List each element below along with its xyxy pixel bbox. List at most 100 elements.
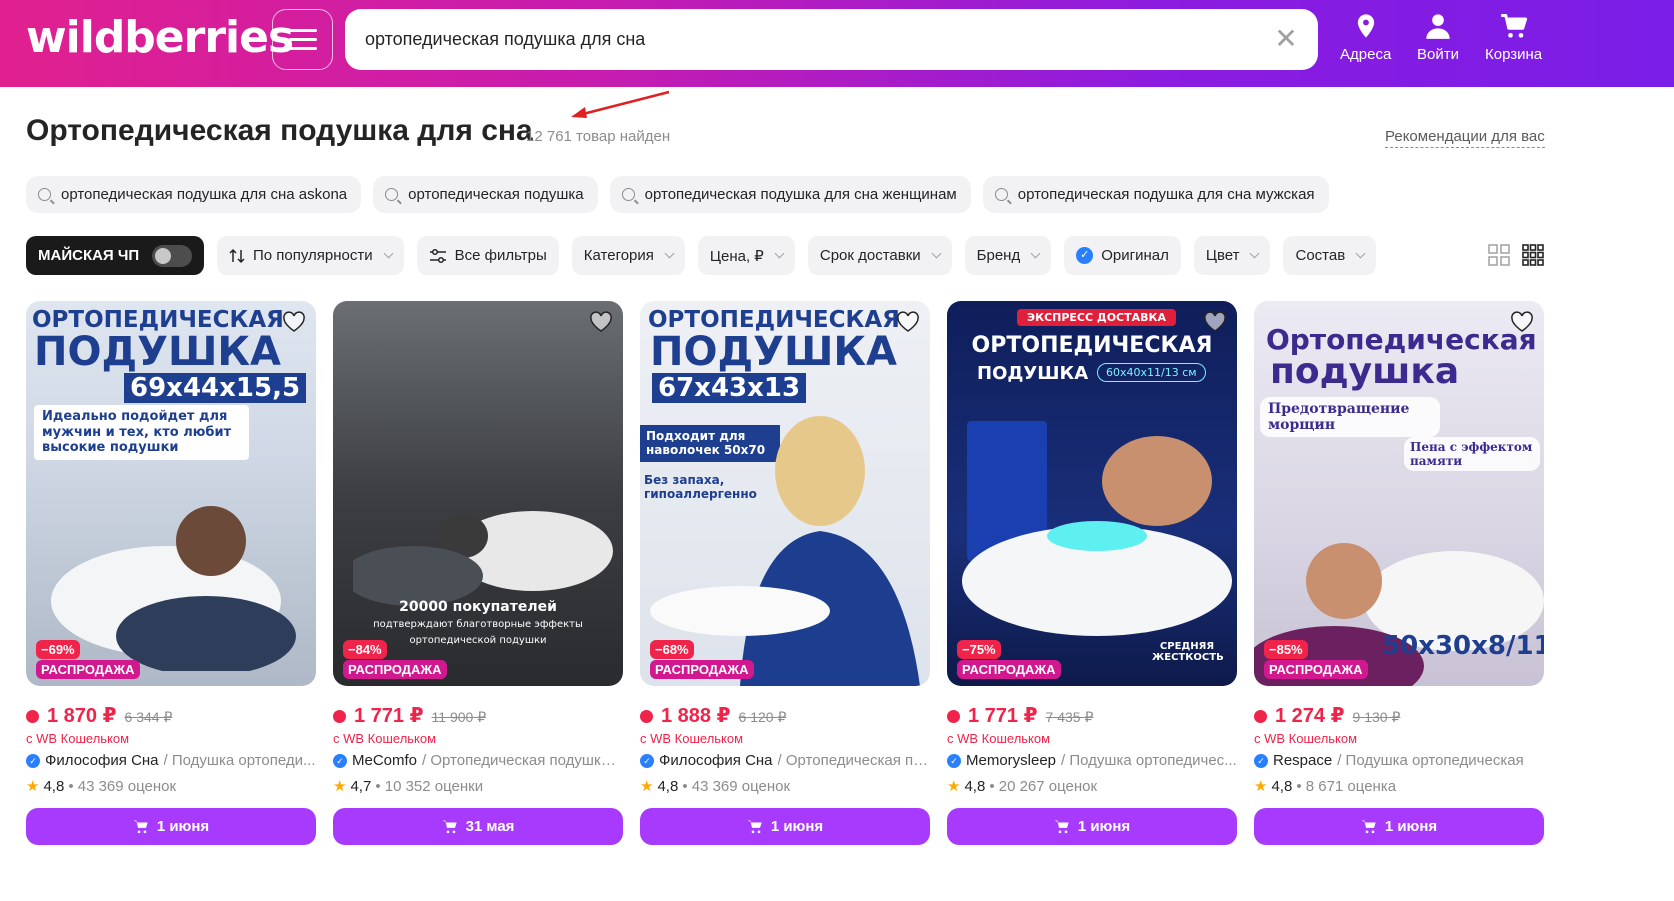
filter-composition[interactable]: Состав <box>1283 236 1377 275</box>
filter-label: Цвет <box>1205 247 1240 264</box>
product-image[interactable]: Ортопедическая подушка Предотвращение мо… <box>1254 301 1544 686</box>
wallet-icon <box>1254 710 1267 723</box>
filter-label: Цена, ₽ <box>709 247 764 265</box>
product-name[interactable]: / Ортопедическая по... <box>778 752 930 769</box>
product-image[interactable]: ЭКСПРЕСС ДОСТАВКА ОРТОПЕДИЧЕСКАЯ ПОДУШКА… <box>947 301 1237 686</box>
wallet-icon <box>640 710 653 723</box>
sale-badge: РАСПРОДАЖА <box>36 660 140 679</box>
product-card[interactable]: ЭКСПРЕСС ДОСТАВКА ОРТОПЕДИЧЕСКАЯ ПОДУШКА… <box>947 301 1237 845</box>
rating: 4,8 <box>964 777 986 795</box>
sort-dropdown[interactable]: По популярности <box>217 236 404 275</box>
suggestion-chip[interactable]: ортопедическая подушка для сна мужская <box>982 176 1329 213</box>
chevron-down-icon <box>664 248 675 259</box>
delivery-date: 1 июня <box>156 818 210 835</box>
star-icon: ★ <box>640 778 654 795</box>
heart-icon[interactable] <box>589 311 613 333</box>
logo[interactable]: wildberries <box>26 12 294 63</box>
product-image[interactable]: ОРТОПЕДИЧЕСКАЯ ПОДУШКА 67х43х13 Подходит… <box>640 301 930 686</box>
brand-name[interactable]: Философия Сна <box>45 752 159 769</box>
cart-icon <box>747 820 762 834</box>
grid-small-icon[interactable] <box>1522 244 1544 266</box>
add-to-cart-button[interactable]: 31 мая <box>333 808 623 845</box>
image-text: ПОДУШКА <box>34 329 282 375</box>
star-icon: ★ <box>947 778 961 795</box>
nav-addresses[interactable]: Адреса <box>1340 12 1391 63</box>
sale-badge: РАСПРОДАЖА <box>343 660 447 679</box>
filter-category[interactable]: Категория <box>571 236 685 275</box>
reviews-count[interactable]: • 20 267 оценок <box>989 778 1097 795</box>
suggestion-chip[interactable]: ортопедическая подушка для сна женщинам <box>609 176 971 213</box>
filter-delivery[interactable]: Срок доставки <box>807 236 952 275</box>
product-card[interactable]: 20000 покупателей подтверждают благотвор… <box>333 301 623 845</box>
image-text: ЭКСПРЕСС ДОСТАВКА <box>1017 309 1177 326</box>
add-to-cart-button[interactable]: 1 июня <box>947 808 1237 845</box>
location-icon <box>1357 14 1374 38</box>
brand-name[interactable]: Memorysleep <box>966 752 1056 769</box>
image-text: подушка <box>1270 351 1460 392</box>
chevron-down-icon <box>1030 248 1041 259</box>
product-card[interactable]: ОРТОПЕДИЧЕСКАЯ ПОДУШКА 69х44х15,5 Идеаль… <box>26 301 316 845</box>
product-card[interactable]: ОРТОПЕДИЧЕСКАЯ ПОДУШКА 67х43х13 Подходит… <box>640 301 930 845</box>
image-text: СРЕДНЯЯ ЖЕСТКОСТЬ <box>1152 641 1224 663</box>
sale-badge: РАСПРОДАЖА <box>957 660 1061 679</box>
wallet-icon <box>947 710 960 723</box>
product-name[interactable]: / Подушка ортопедическая <box>1337 752 1524 769</box>
filter-brand[interactable]: Бренд <box>964 236 1052 275</box>
filter-color[interactable]: Цвет <box>1193 236 1271 275</box>
arrow-annotation-icon <box>571 90 670 118</box>
search-bar[interactable]: ✕ <box>345 9 1318 70</box>
cart-icon <box>442 820 457 834</box>
heart-icon[interactable] <box>1203 311 1227 333</box>
search-input[interactable] <box>365 9 1245 70</box>
reviews-count[interactable]: • 43 369 оценок <box>68 778 176 795</box>
clear-search-icon[interactable]: ✕ <box>1274 25 1298 53</box>
reviews-count[interactable]: • 8 671 оценка <box>1296 778 1396 795</box>
brand-name[interactable]: Respace <box>1273 752 1332 769</box>
star-icon: ★ <box>333 778 347 795</box>
chevron-down-icon <box>774 248 785 259</box>
delivery-date: 31 мая <box>465 818 515 835</box>
product-card[interactable]: Ортопедическая подушка Предотвращение мо… <box>1254 301 1544 845</box>
pillow-illustration-icon <box>962 421 1232 636</box>
nav-cart[interactable]: Корзина <box>1485 12 1542 63</box>
grid-large-icon[interactable] <box>1488 244 1510 266</box>
heart-icon[interactable] <box>896 311 920 333</box>
discount-badge: −68% <box>650 640 694 659</box>
all-filters-button[interactable]: Все фильтры <box>416 236 559 275</box>
brand-name[interactable]: MeComfo <box>352 752 417 769</box>
brand-name[interactable]: Философия Сна <box>659 752 773 769</box>
image-text: 50х30х8/11 <box>1382 631 1544 661</box>
pillow-illustration-icon <box>51 506 296 671</box>
recommendations-sort[interactable]: Рекомендации для вас <box>1385 128 1545 148</box>
suggestion-chip[interactable]: ортопедическая подушка <box>373 176 598 213</box>
cart-icon <box>1054 820 1069 834</box>
suggestion-chip[interactable]: ортопедическая подушка для сна askona <box>26 176 362 213</box>
image-text: подтверждают благотворные эффекты <box>373 619 583 630</box>
add-to-cart-button[interactable]: 1 июня <box>1254 808 1544 845</box>
heart-icon[interactable] <box>1510 311 1534 333</box>
image-text: 67х43х13 <box>652 373 807 403</box>
reviews-count[interactable]: • 43 369 оценок <box>682 778 790 795</box>
product-name[interactable]: / Ортопедическая подушка ... <box>422 752 623 769</box>
nav-login[interactable]: Войти <box>1417 12 1459 63</box>
heart-icon[interactable] <box>282 311 306 333</box>
image-text: 20000 покупателей <box>399 599 557 615</box>
product-name[interactable]: / Подушка ортопеди... <box>164 752 316 769</box>
cart-icon <box>1500 14 1527 38</box>
reviews-count[interactable]: • 10 352 оценки <box>375 778 483 795</box>
product-image[interactable]: ОРТОПЕДИЧЕСКАЯ ПОДУШКА 69х44х15,5 Идеаль… <box>26 301 316 686</box>
star-icon: ★ <box>26 778 40 795</box>
discount-badge: −85% <box>1264 640 1308 659</box>
product-name[interactable]: / Подушка ортопедичес... <box>1061 752 1237 769</box>
filter-price[interactable]: Цена, ₽ <box>697 236 795 275</box>
cart-icon <box>133 820 148 834</box>
filter-original[interactable]: ✓ Оригинал <box>1064 236 1181 275</box>
menu-button[interactable] <box>272 9 333 70</box>
product-image[interactable]: 20000 покупателей подтверждают благотвор… <box>333 301 623 686</box>
suggestion-label: ортопедическая подушка для сна женщинам <box>644 186 957 203</box>
add-to-cart-button[interactable]: 1 июня <box>26 808 316 845</box>
promo-toggle[interactable]: МАЙСКАЯ ЧП <box>26 236 204 275</box>
filter-label: Срок доставки <box>819 247 921 264</box>
toggle-switch[interactable] <box>152 244 192 267</box>
add-to-cart-button[interactable]: 1 июня <box>640 808 930 845</box>
